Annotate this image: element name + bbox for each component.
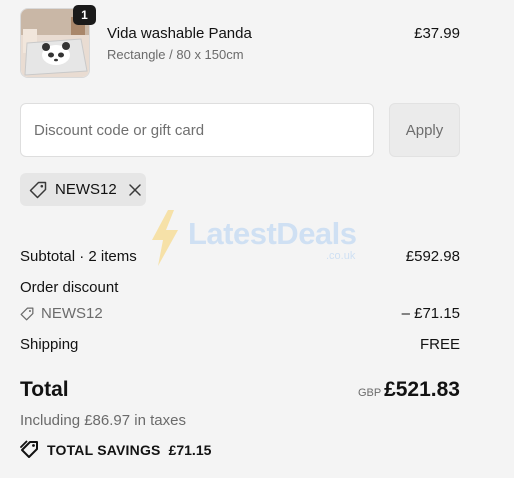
tag-icon bbox=[20, 307, 34, 321]
watermark-text: LatestDeals bbox=[188, 216, 357, 251]
total-label: Total bbox=[20, 378, 69, 401]
applied-discount-chip: NEWS12 bbox=[20, 173, 146, 206]
product-name: Vida washable Panda bbox=[107, 25, 252, 42]
bolt-icon bbox=[152, 210, 178, 266]
apply-button[interactable]: Apply bbox=[389, 103, 460, 157]
order-discount-code-label: NEWS12 bbox=[41, 305, 103, 322]
total-savings: TOTAL SAVINGS £71.15 bbox=[20, 440, 211, 459]
tag-icon bbox=[29, 181, 47, 199]
savings-tag-icon bbox=[20, 440, 39, 459]
product-variant: Rectangle / 80 x 150cm bbox=[107, 47, 244, 62]
quantity-badge: 1 bbox=[73, 5, 96, 25]
shipping-value: FREE bbox=[419, 336, 460, 353]
savings-label: TOTAL SAVINGS bbox=[47, 441, 161, 458]
order-discount-label: Order discount bbox=[20, 279, 119, 296]
discount-code-input[interactable] bbox=[20, 103, 374, 157]
remove-discount-close-icon[interactable] bbox=[128, 183, 142, 197]
applied-code-label: NEWS12 bbox=[55, 181, 117, 198]
total-value: £521.83 bbox=[384, 378, 460, 401]
currency-code: GBP bbox=[358, 387, 382, 399]
order-discount-code: NEWS12 bbox=[20, 305, 103, 322]
watermark-subtext: .co.uk bbox=[326, 250, 356, 262]
shipping-label: Shipping bbox=[20, 336, 79, 353]
savings-amount: £71.15 bbox=[168, 441, 212, 458]
latestdeals-watermark: LatestDeals .co.uk bbox=[150, 210, 370, 270]
product-price: £37.99 bbox=[414, 25, 460, 42]
subtotal-value: £592.98 bbox=[405, 248, 460, 265]
taxes-note: Including £86.97 in taxes bbox=[20, 412, 186, 429]
order-discount-value: – £71.15 bbox=[401, 305, 460, 322]
subtotal-label: Subtotal · 2 items bbox=[20, 248, 137, 265]
